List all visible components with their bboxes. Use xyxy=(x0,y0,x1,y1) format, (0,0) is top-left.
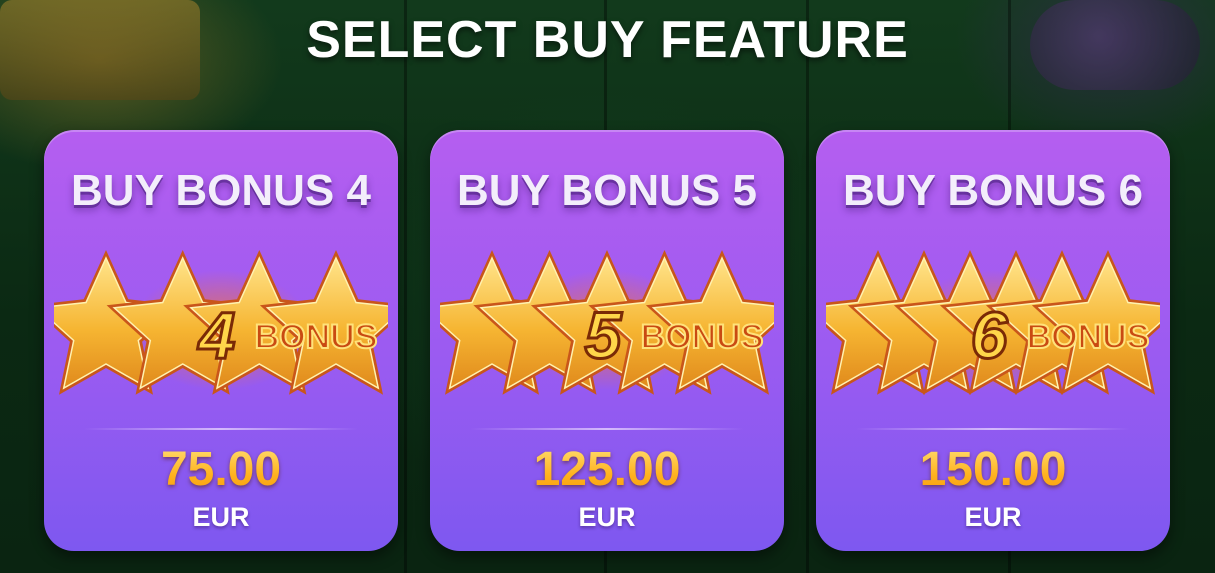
card-title: BUY BONUS 6 xyxy=(843,166,1143,215)
currency-label: EUR xyxy=(964,502,1022,532)
bonus-stars-5-icon: BONUS 5 xyxy=(440,250,774,395)
card-divider xyxy=(856,428,1130,430)
reel-divider xyxy=(404,0,407,573)
card-divider xyxy=(470,428,744,430)
card-title: BUY BONUS 5 xyxy=(457,166,757,215)
buy-bonus-5-card[interactable]: BUY BONUS 5 BONUS 5 125.00 EUR xyxy=(430,130,784,551)
badge-word: BONUS xyxy=(255,318,378,356)
currency-label: EUR xyxy=(578,502,636,532)
price-value: 125.00 xyxy=(430,442,784,497)
badge-word: BONUS xyxy=(641,318,764,356)
badge-number: 4 xyxy=(197,298,236,372)
page-title: SELECT BUY FEATURE xyxy=(306,11,909,69)
reel-divider xyxy=(806,0,809,573)
card-divider xyxy=(84,428,358,430)
currency-label: EUR xyxy=(192,502,250,532)
bonus-stars-4-icon: BONUS 4 xyxy=(54,250,388,395)
buy-bonus-4-card[interactable]: BUY BONUS 4 BONUS 4 75.00 EUR xyxy=(44,130,398,551)
bonus-stars-6-icon: BONUS 6 xyxy=(826,250,1160,395)
badge-number: 6 xyxy=(971,298,1009,372)
price-value: 75.00 xyxy=(44,442,398,497)
card-title: BUY BONUS 4 xyxy=(71,166,371,215)
badge-word: BONUS xyxy=(1027,318,1150,356)
game-background: SELECT BUY FEATURE BUY BONUS 4 BONUS 4 75… xyxy=(0,0,1215,573)
badge-number: 5 xyxy=(585,298,623,372)
price-value: 150.00 xyxy=(816,442,1170,497)
buy-bonus-6-card[interactable]: BUY BONUS 6 BONUS 6 150.00 EUR xyxy=(816,130,1170,551)
